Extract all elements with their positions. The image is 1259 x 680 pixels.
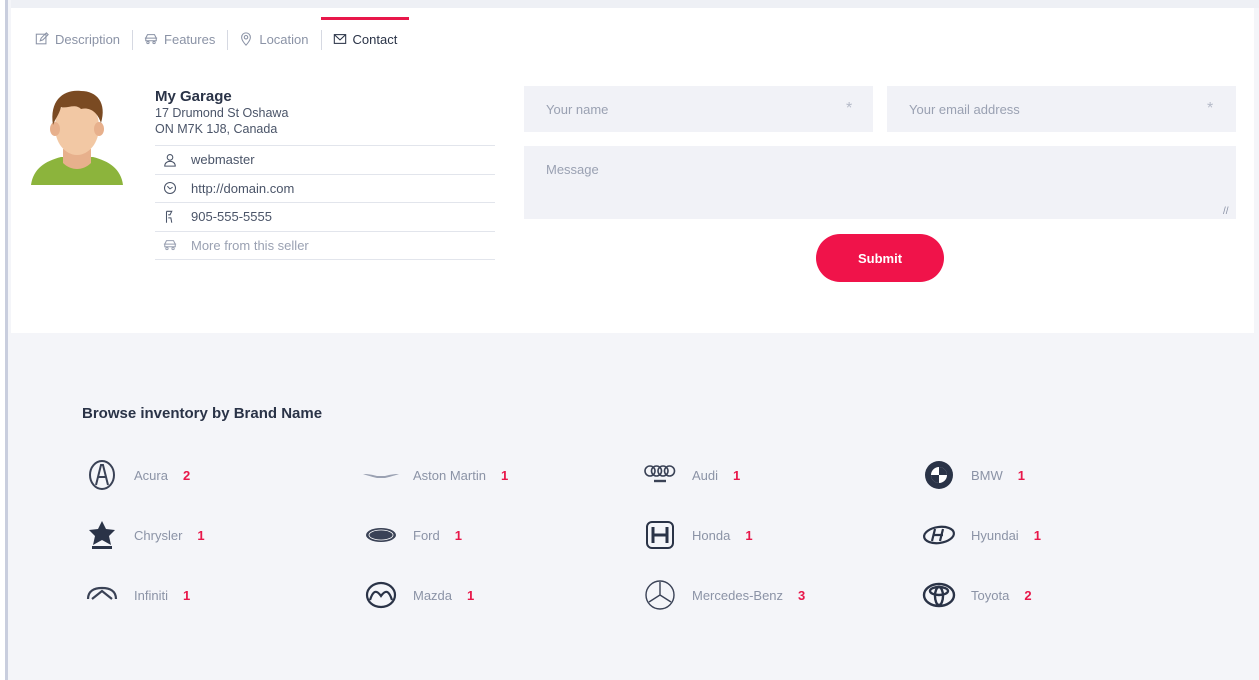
required-asterisk: * (1207, 100, 1214, 117)
brand-count: 1 (197, 527, 205, 543)
globe-icon (163, 182, 177, 195)
brand-name: Honda (692, 527, 731, 543)
tab-label: Description (55, 31, 121, 47)
aston-martin-logo-icon (361, 457, 401, 493)
brand-count: 1 (454, 527, 462, 543)
seller-avatar (31, 90, 123, 185)
brand-name: Chrysler (134, 527, 183, 543)
seller-phone-row: 905-555-5555 (155, 203, 495, 232)
tab-label: Features (164, 31, 216, 47)
brand-count: 1 (182, 587, 191, 603)
seller-contact-list: webmaster http://domain.com 905-555-5555… (155, 145, 495, 260)
mercedes-benz-logo-icon (640, 577, 680, 613)
seller-website-row: http://domain.com (155, 175, 495, 203)
submit-button[interactable]: Submit (816, 234, 944, 282)
name-input[interactable] (524, 86, 873, 132)
left-rail (0, 0, 8, 680)
brand-item-mazda[interactable]: Mazda 1 (361, 575, 640, 615)
hyundai-logo-icon (919, 517, 959, 553)
seller-info: My Garage 17 Drumond St Oshawa ON M7K 1J… (155, 88, 495, 260)
phone-icon (165, 210, 173, 223)
edit-icon (35, 32, 49, 45)
bmw-logo-icon (919, 457, 959, 493)
chrysler-logo-icon (82, 517, 122, 553)
brand-name: Mazda (413, 587, 453, 603)
envelope-icon (333, 34, 346, 44)
location-pin-icon (241, 32, 252, 46)
brand-item-ford[interactable]: Ford 1 (361, 515, 640, 555)
seller-phone: 905-555-5555 (191, 209, 272, 225)
brand-item-honda[interactable]: Honda 1 (640, 515, 919, 555)
seller-address-line-2: ON M7K 1J8, Canada (155, 122, 278, 136)
honda-logo-icon (640, 517, 680, 553)
brand-name: Mercedes-Benz (692, 587, 784, 603)
brand-item-infiniti[interactable]: Infiniti 1 (82, 575, 361, 615)
brand-item-toyota[interactable]: Toyota 2 (919, 575, 1198, 615)
more-from-seller-row[interactable]: More from this seller (155, 232, 495, 260)
ford-logo-icon (361, 517, 401, 553)
required-asterisk: * (846, 100, 853, 117)
brands-heading: Browse inventory by Brand Name (82, 405, 323, 422)
brand-name: Hyundai (971, 527, 1019, 543)
acura-logo-icon (82, 457, 122, 493)
infiniti-logo-icon (82, 577, 122, 613)
brand-name: Ford (413, 527, 440, 543)
message-textarea[interactable] (524, 146, 1236, 219)
toyota-logo-icon (919, 577, 959, 613)
brand-count: 1 (733, 467, 741, 483)
brand-count: 2 (1024, 587, 1032, 603)
listing-detail-card: Description Features Location Contact My… (11, 8, 1254, 333)
brand-item-bmw[interactable]: BMW 1 (919, 455, 1198, 495)
seller-username: webmaster (191, 152, 255, 168)
more-from-seller-link[interactable]: More from this seller (191, 238, 309, 253)
brand-item-mercedes-benz[interactable]: Mercedes-Benz 3 (640, 575, 919, 615)
tab-description[interactable]: Description (23, 18, 132, 60)
brand-count: 1 (745, 527, 753, 543)
brand-count: 1 (500, 467, 509, 483)
email-input[interactable] (887, 86, 1236, 132)
resize-handle-icon[interactable]: // (1223, 206, 1229, 217)
brand-item-acura[interactable]: Acura 2 (82, 455, 361, 495)
brand-name: Infiniti (134, 587, 168, 603)
brand-name: Acura (134, 467, 168, 483)
detail-tabs: Description Features Location Contact (23, 17, 410, 60)
seller-address-line-1: 17 Drumond St Oshawa (155, 106, 289, 120)
brand-item-audi[interactable]: Audi 1 (640, 455, 919, 495)
mazda-logo-icon (361, 577, 401, 613)
tab-label: Contact (352, 31, 398, 47)
brand-name: Toyota (971, 587, 1010, 603)
seller-username-row: webmaster (155, 146, 495, 175)
tab-location[interactable]: Location (227, 18, 320, 60)
brand-item-hyundai[interactable]: Hyundai 1 (919, 515, 1198, 555)
user-icon (164, 153, 176, 167)
tab-label: Location (259, 31, 309, 47)
tab-features[interactable]: Features (132, 18, 227, 60)
audi-logo-icon (640, 457, 680, 493)
brand-item-aston-martin[interactable]: Aston Martin 1 (361, 455, 640, 495)
brand-count: 1 (467, 587, 475, 603)
seller-website-link[interactable]: http://domain.com (191, 181, 294, 196)
seller-name: My Garage (155, 88, 232, 105)
brand-count: 1 (1033, 527, 1041, 543)
brand-name: Audi (692, 467, 719, 483)
car-icon (144, 34, 158, 45)
top-strip (11, 0, 1259, 8)
brand-item-chrysler[interactable]: Chrysler 1 (82, 515, 361, 555)
brand-count: 1 (1017, 467, 1026, 483)
tab-contact[interactable]: Contact (320, 17, 410, 60)
brand-count: 2 (182, 467, 191, 483)
brand-grid: Acura 2 Aston Martin 1 Audi 1 BMW 1 Chrysler… (82, 455, 1202, 615)
car-icon (163, 240, 177, 251)
brand-name: Aston Martin (413, 467, 486, 483)
brand-name: BMW (971, 467, 1003, 483)
brand-count: 3 (798, 587, 806, 603)
